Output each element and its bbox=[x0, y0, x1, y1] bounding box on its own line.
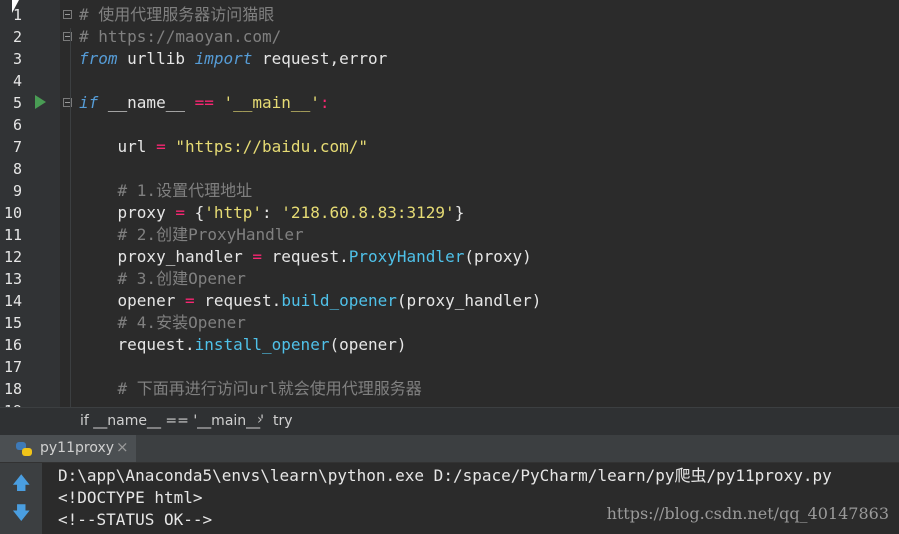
console-line: <!--STATUS OK--> bbox=[58, 510, 213, 529]
run-tool-window-tabs: py11proxy × bbox=[0, 435, 899, 463]
code-line: # https://maoyan.com/ bbox=[79, 27, 282, 46]
code-line: proxy = {'http': '218.60.8.83:3129'} bbox=[79, 203, 465, 222]
breadcrumb-separator-icon: › bbox=[257, 412, 263, 428]
code-line: # 4.安装Opener bbox=[79, 313, 246, 332]
code-line: from urllib import request,error bbox=[79, 49, 388, 68]
fold-guide-line bbox=[70, 28, 71, 407]
line-number-gutter: 1 2 3 4 5 6 7 8 9 10 11 12 13 14 15 16 1… bbox=[0, 0, 60, 407]
line-number: 15 bbox=[3, 314, 22, 332]
line-number: 7 bbox=[12, 138, 22, 156]
line-number: 16 bbox=[3, 336, 22, 354]
line-number: 19 bbox=[0, 400, 22, 407]
line-number: 11 bbox=[3, 226, 22, 244]
close-icon[interactable]: × bbox=[116, 438, 129, 456]
line-number: 6 bbox=[12, 116, 22, 134]
code-line: url = "https://baidu.com/" bbox=[79, 137, 368, 156]
tab-run-py11proxy[interactable]: py11proxy × bbox=[0, 435, 136, 462]
line-number: 18 bbox=[3, 380, 22, 398]
code-editor[interactable]: 1 2 3 4 5 6 7 8 9 10 11 12 13 14 15 16 1… bbox=[0, 0, 899, 407]
line-number: 2 bbox=[12, 28, 22, 46]
line-number: 17 bbox=[3, 358, 22, 376]
line-number: 12 bbox=[3, 248, 22, 266]
run-gutter-icon[interactable] bbox=[35, 95, 46, 109]
breadcrumb-item-main-block[interactable]: if __name__ == '__main__' bbox=[80, 413, 264, 429]
console-line: D:\app\Anaconda5\envs\learn\python.exe D… bbox=[58, 466, 832, 485]
breadcrumb-item-try[interactable]: try bbox=[273, 413, 293, 429]
code-line: request.install_opener(opener) bbox=[79, 335, 407, 354]
scroll-down-arrow-icon[interactable]: 🡇 bbox=[12, 505, 31, 523]
line-number: 5 bbox=[12, 94, 22, 112]
code-line: # 2.创建ProxyHandler bbox=[79, 225, 304, 244]
scroll-up-arrow-icon[interactable]: 🡅 bbox=[12, 475, 31, 493]
line-number: 10 bbox=[3, 204, 22, 222]
line-number: 8 bbox=[12, 160, 22, 178]
run-console-output[interactable]: D:\app\Anaconda5\envs\learn\python.exe D… bbox=[42, 463, 899, 534]
line-number: 14 bbox=[3, 292, 22, 310]
code-line: proxy_handler = request.ProxyHandler(pro… bbox=[79, 247, 532, 266]
code-line: opener = request.build_opener(proxy_hand… bbox=[79, 291, 542, 310]
code-line: if __name__ == '__main__': bbox=[79, 93, 330, 112]
line-number: 4 bbox=[12, 72, 22, 90]
fold-toggle-icon[interactable] bbox=[63, 10, 72, 19]
code-line: # 1.设置代理地址 bbox=[79, 181, 253, 200]
breadcrumb: if __name__ == '__main__' › try bbox=[0, 407, 899, 435]
watermark: https://blog.csdn.net/qq_40147863 bbox=[606, 504, 889, 523]
mouse-cursor-icon bbox=[12, 0, 19, 13]
code-line: # 3.创建Opener bbox=[79, 269, 246, 288]
code-line: # 下面再进行访问url就会使用代理服务器 bbox=[79, 379, 422, 398]
line-number: 13 bbox=[3, 270, 22, 288]
line-number: 3 bbox=[12, 50, 22, 68]
console-line: <!DOCTYPE html> bbox=[58, 488, 203, 507]
code-line: # 使用代理服务器访问猫眼 bbox=[79, 5, 275, 24]
run-tab-label: py11proxy bbox=[40, 440, 115, 456]
line-number: 9 bbox=[12, 182, 22, 200]
console-toolbar: 🡅 🡇 bbox=[0, 463, 42, 534]
python-file-icon bbox=[16, 442, 32, 456]
